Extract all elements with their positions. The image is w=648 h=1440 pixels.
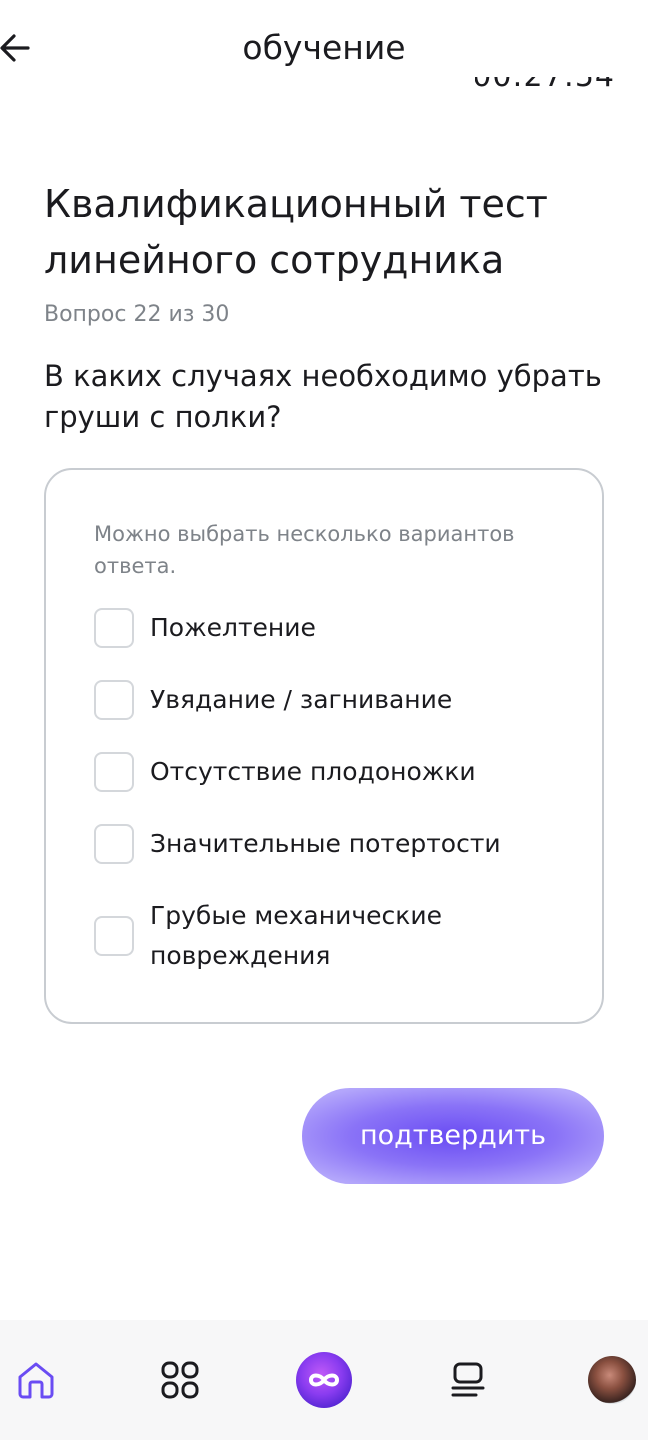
checkbox[interactable] <box>94 752 134 792</box>
list-icon <box>451 1362 485 1397</box>
answer-option[interactable]: Увядание / загнивание <box>94 680 574 720</box>
option-label: Отсутствие плодоножки <box>150 757 476 786</box>
answer-option[interactable]: Отсутствие плодоножки <box>94 752 574 792</box>
nav-catalog[interactable] <box>150 1350 210 1410</box>
timer: 00:27:54 <box>475 77 615 111</box>
answer-option[interactable]: Пожелтение <box>94 608 574 648</box>
answer-option[interactable]: Значительные потертости <box>94 824 574 864</box>
option-label: Пожелтение <box>150 613 316 642</box>
bottom-nav <box>0 1320 648 1440</box>
infinity-icon <box>296 1352 352 1408</box>
timer-text: 00:27:54 <box>475 77 615 95</box>
grid-icon <box>161 1361 199 1399</box>
confirm-button[interactable]: подтвердить <box>302 1088 604 1184</box>
page-title: обучение <box>242 28 406 67</box>
checkbox[interactable] <box>94 680 134 720</box>
checkbox[interactable] <box>94 608 134 648</box>
test-title: Квалификационный тест линейного сотрудни… <box>44 182 548 282</box>
home-icon <box>18 1362 54 1399</box>
learning-test-screen: обучение 00:27:54 Квалификационный тест … <box>0 0 648 1440</box>
checkbox[interactable] <box>94 824 134 864</box>
nav-assistant[interactable] <box>294 1350 354 1410</box>
question-text: В каких случаях необходимо убрать груши … <box>44 359 602 434</box>
question-counter: Вопрос 22 из 30 <box>44 302 230 327</box>
header: обучение 00:27:54 <box>0 0 648 96</box>
answer-hint: Можно выбрать несколько вариантов ответа… <box>94 522 515 578</box>
option-label: Грубые механические повреждения <box>150 901 442 970</box>
option-label: Значительные потертости <box>150 829 501 858</box>
nav-home[interactable] <box>6 1350 66 1410</box>
option-label: Увядание / загнивание <box>150 685 453 714</box>
avatar <box>588 1356 636 1404</box>
answer-option[interactable]: Грубые механические повреждения <box>94 896 574 976</box>
checkbox[interactable] <box>94 916 134 956</box>
nav-profile[interactable] <box>582 1350 642 1410</box>
answers-card: Можно выбрать несколько вариантов ответа… <box>44 468 604 1024</box>
nav-tasks[interactable] <box>438 1350 498 1410</box>
confirm-button-label: подтвердить <box>359 1120 547 1151</box>
